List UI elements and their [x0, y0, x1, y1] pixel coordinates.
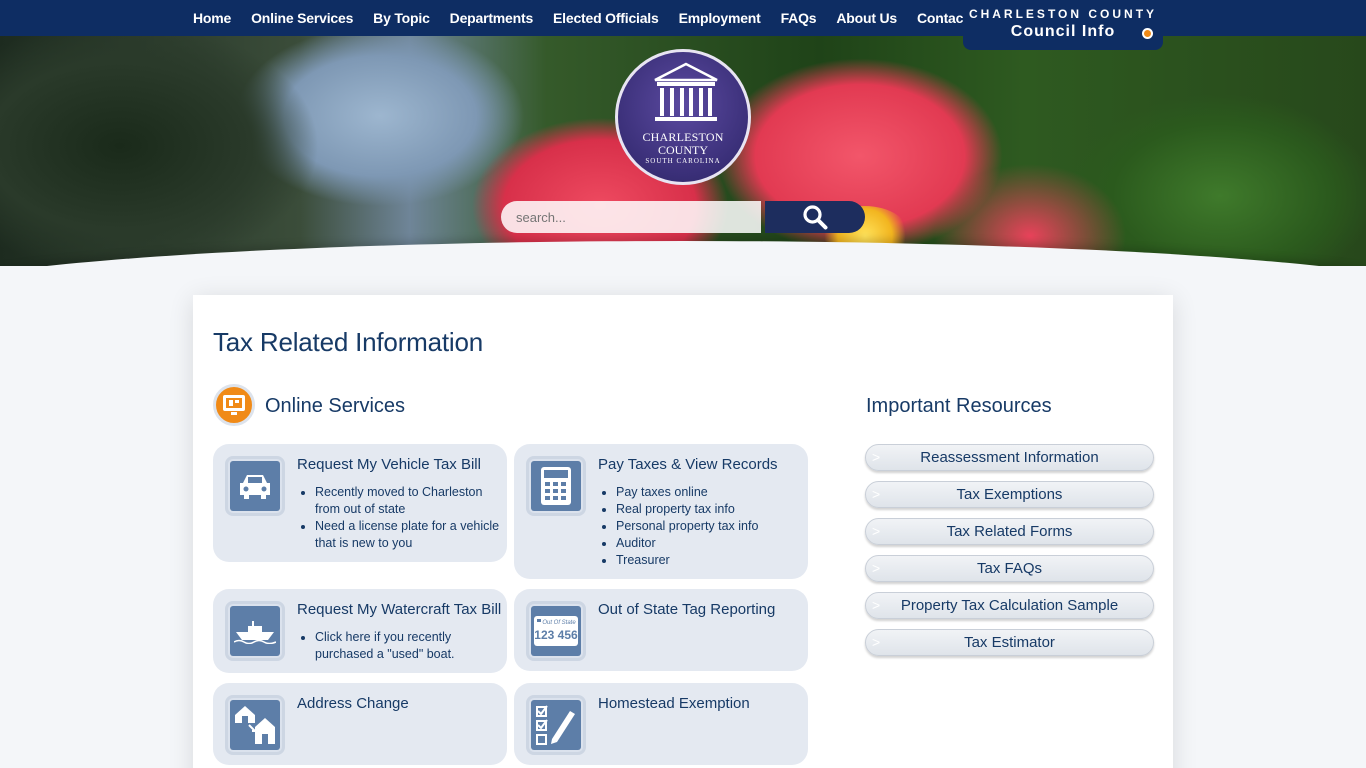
tile-title: Pay Taxes & View Records: [598, 456, 778, 473]
tile-title: Request My Watercraft Tax Bill: [297, 601, 502, 618]
council-info-label: Council Info: [1010, 23, 1116, 40]
hero-curve: [0, 241, 1366, 266]
resource-label: Tax FAQs: [976, 560, 1043, 577]
house-move-icon: [235, 706, 275, 744]
tile-icon-frame: [526, 695, 586, 755]
council-county-label: CHARLESTON COUNTY: [968, 7, 1158, 21]
tile-watercraft-tax-bill[interactable]: Request My Watercraft Tax Bill Click her…: [213, 589, 507, 673]
nav-contact[interactable]: Contact: [917, 10, 968, 26]
tile-homestead-exemption[interactable]: Homestead Exemption: [514, 683, 808, 765]
search-bar: [501, 201, 865, 233]
resource-tax-faqs[interactable]: > Tax FAQs: [865, 555, 1154, 582]
tile-bullet: Click here if you recently purchased a "…: [315, 629, 507, 663]
nav-by-topic[interactable]: By Topic: [373, 10, 430, 26]
tile-icon-frame: [225, 601, 285, 661]
tile-icon-frame: [526, 456, 586, 516]
nav-departments[interactable]: Departments: [450, 10, 534, 26]
council-info-button[interactable]: CHARLESTON COUNTY Council Info: [963, 0, 1163, 50]
tile-bullet[interactable]: Real property tax info: [616, 501, 758, 518]
plate-number-text: 123 456: [534, 628, 578, 642]
tile-pay-taxes[interactable]: Pay Taxes & View Records Pay taxes onlin…: [514, 444, 808, 579]
tile-bullet[interactable]: Pay taxes online: [616, 484, 758, 501]
chevron-right-icon: >: [872, 560, 881, 576]
car-icon: [240, 475, 270, 499]
nav-about-us[interactable]: About Us: [836, 10, 897, 26]
tile-vehicle-tax-bill[interactable]: Request My Vehicle Tax Bill Recently mov…: [213, 444, 507, 562]
council-dot-icon: [1142, 28, 1153, 39]
monitor-icon: [223, 395, 245, 415]
tile-icon-frame: Out Of State 123 456: [526, 601, 586, 661]
chevron-right-icon: >: [872, 486, 881, 502]
courthouse-icon: [654, 62, 718, 121]
resource-label: Tax Related Forms: [946, 523, 1073, 540]
chevron-right-icon: >: [872, 523, 881, 539]
nav-employment[interactable]: Employment: [679, 10, 761, 26]
chevron-right-icon: >: [872, 634, 881, 650]
tile-bullet[interactable]: Treasurer: [616, 552, 758, 569]
nav-home[interactable]: Home: [193, 10, 231, 26]
tile-out-of-state-tag[interactable]: Out Of State 123 456 Out of State Tag Re…: [514, 589, 808, 671]
important-resources-heading: Important Resources: [866, 395, 1052, 417]
page-title: Tax Related Information: [213, 327, 483, 357]
resource-label: Tax Estimator: [964, 634, 1055, 651]
tile-bullets: Recently moved to Charleston from out of…: [315, 484, 507, 552]
chevron-right-icon: >: [872, 449, 881, 465]
tile-bullet[interactable]: Auditor: [616, 535, 758, 552]
tile-title: Request My Vehicle Tax Bill: [297, 456, 481, 473]
online-services-icon: [213, 384, 255, 426]
search-icon: [803, 205, 828, 230]
resource-label: Tax Exemptions: [956, 486, 1063, 503]
chevron-right-icon: >: [872, 597, 881, 613]
tile-icon-frame: [225, 456, 285, 516]
content-card: Tax Related Information Online Services …: [193, 295, 1173, 768]
resource-tax-related-forms[interactable]: > Tax Related Forms: [865, 518, 1154, 545]
online-services-heading: Online Services: [265, 395, 406, 417]
nav-list: Home Online Services By Topic Department…: [193, 0, 988, 36]
tile-address-change[interactable]: Address Change: [213, 683, 507, 765]
tile-bullets: Click here if you recently purchased a "…: [315, 629, 507, 663]
tile-bullet: Recently moved to Charleston from out of…: [315, 484, 507, 518]
tile-bullet: Need a license plate for a vehicle that …: [315, 518, 507, 552]
tile-icon-frame: [225, 695, 285, 755]
seal-name-county: COUNTY: [658, 143, 708, 157]
checklist-icon: [536, 705, 575, 745]
nav-faqs[interactable]: FAQs: [781, 10, 817, 26]
resource-property-tax-calculation-sample[interactable]: > Property Tax Calculation Sample: [865, 592, 1154, 619]
boat-icon: [234, 621, 276, 644]
county-seal-logo[interactable]: CHARLESTON COUNTY SOUTH CAROLINA: [615, 49, 751, 185]
resource-label: Property Tax Calculation Sample: [900, 597, 1119, 614]
seal-name-state: SOUTH CAROLINA: [645, 157, 721, 165]
nav-online-services[interactable]: Online Services: [251, 10, 353, 26]
resource-label: Reassessment Information: [920, 449, 1099, 466]
plate-top-text: Out Of State: [542, 620, 576, 626]
search-button[interactable]: [765, 201, 865, 233]
nav-elected-officials[interactable]: Elected Officials: [553, 10, 659, 26]
tile-title: Out of State Tag Reporting: [598, 601, 776, 618]
resource-tax-estimator[interactable]: > Tax Estimator: [865, 629, 1154, 656]
tile-title: Address Change: [297, 695, 409, 712]
tile-bullet[interactable]: Personal property tax info: [616, 518, 758, 535]
resource-tax-exemptions[interactable]: > Tax Exemptions: [865, 481, 1154, 508]
license-plate-icon: Out Of State 123 456: [534, 616, 578, 646]
calculator-icon: [541, 467, 571, 505]
resource-reassessment-information[interactable]: > Reassessment Information: [865, 444, 1154, 471]
tile-title: Homestead Exemption: [598, 695, 750, 712]
search-input[interactable]: [501, 201, 761, 233]
tile-bullets: Pay taxes online Real property tax info …: [616, 484, 758, 569]
